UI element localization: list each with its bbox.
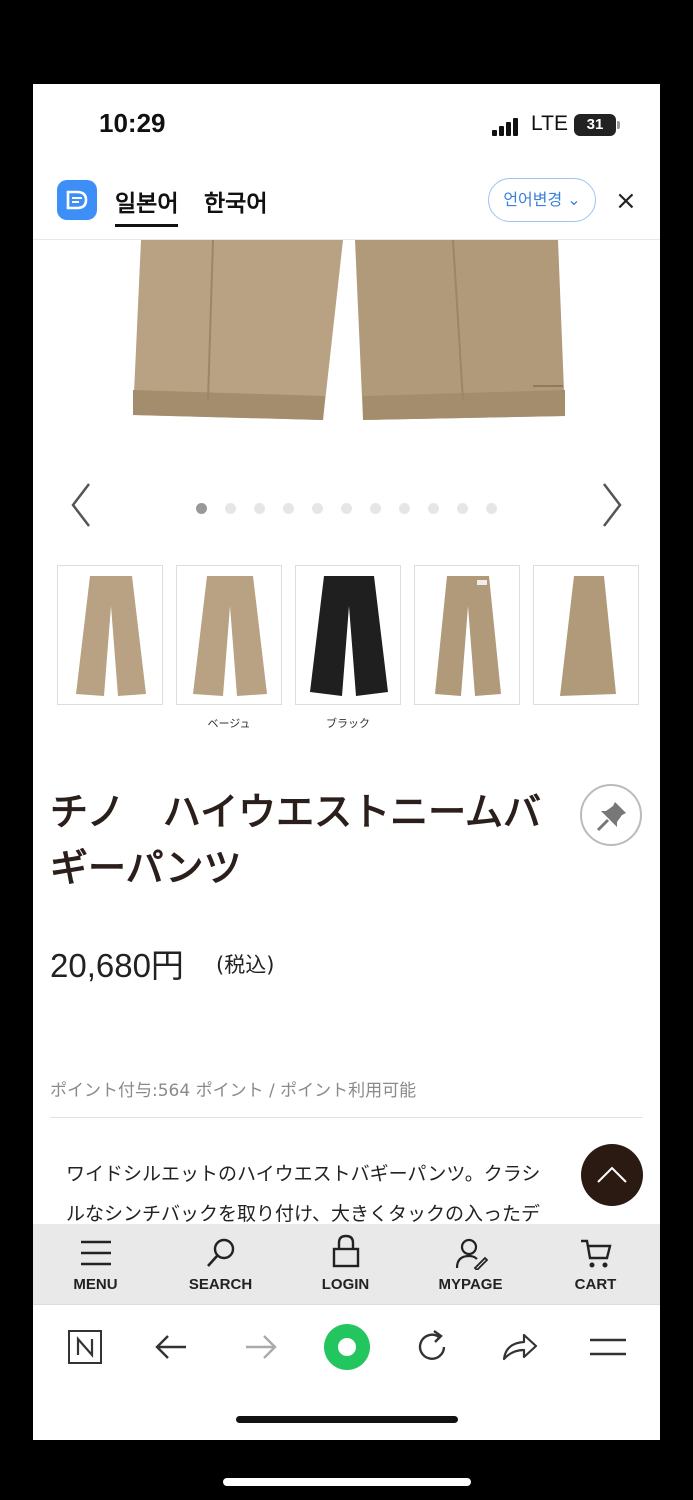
status-time: 10:29	[99, 108, 166, 138]
menu-icon	[81, 1240, 111, 1266]
user-icon	[455, 1238, 488, 1270]
product-title: チノ ハイウエストニームバ ギーパンツ	[50, 784, 570, 896]
product-title-line1: チノ ハイウエストニームバ	[50, 790, 541, 834]
translate-bar: 일본어 한국어 언어변경 ⌄ ×	[33, 166, 660, 240]
outer-home-indicator	[223, 1478, 471, 1486]
gallery-dot[interactable]	[341, 503, 352, 514]
nav-search-label: SEARCH	[188, 1276, 253, 1293]
tab-korean[interactable]: 한국어	[204, 184, 267, 218]
battery-icon: 31	[574, 114, 616, 136]
nav-mypage[interactable]: MYPAGE	[408, 1224, 533, 1304]
description-line1: ワイドシルエットのハイウエストバギーパンツ。クラシ	[66, 1163, 541, 1185]
nav-search[interactable]: SEARCH	[158, 1224, 283, 1304]
cart-icon	[581, 1239, 612, 1268]
prev-arrow-icon[interactable]	[67, 480, 97, 530]
lock-icon	[332, 1234, 360, 1268]
scroll-to-top-button[interactable]	[581, 1144, 643, 1206]
nav-login-label: LOGIN	[321, 1276, 370, 1293]
nav-cart-label: CART	[574, 1276, 617, 1293]
tab-japanese[interactable]: 일본어	[115, 184, 179, 227]
thumbnail-caption-beige: ベージュ	[207, 717, 251, 730]
tax-label: (税込)	[216, 953, 275, 977]
thumbnail-3[interactable]	[295, 565, 401, 705]
forward-arrow-icon[interactable]	[238, 1325, 282, 1369]
product-description: ワイドシルエットのハイウエストバギーパンツ。クラシ ルなシンチバックを取り付け、…	[66, 1154, 626, 1234]
points-info: ポイント付与:564 ポイント / ポイント利用可能	[50, 1081, 417, 1101]
thumbnail-5[interactable]	[533, 565, 639, 705]
chevron-up-icon	[597, 1166, 627, 1183]
close-icon[interactable]: ×	[615, 186, 639, 216]
gallery-dot[interactable]	[283, 503, 294, 514]
favorite-button[interactable]	[580, 784, 642, 846]
home-indicator	[236, 1416, 458, 1423]
site-bottom-nav: MENU SEARCH LOGIN MYPAGE CART	[33, 1224, 660, 1304]
search-icon	[207, 1238, 235, 1267]
nav-menu-label: MENU	[73, 1276, 118, 1293]
battery-tip	[617, 121, 620, 129]
thumbnail-4[interactable]	[414, 565, 520, 705]
gallery-dot[interactable]	[399, 503, 410, 514]
thumbnail-caption-black: ブラック	[326, 717, 370, 730]
thumbnail-strip: ベージュ ブラック	[57, 565, 647, 730]
nav-cart[interactable]: CART	[533, 1224, 658, 1304]
pin-icon	[596, 802, 626, 832]
gallery-dot[interactable]	[457, 503, 468, 514]
translator-logo-icon	[57, 180, 97, 220]
nav-mypage-label: MYPAGE	[438, 1276, 503, 1293]
product-main-image[interactable]	[33, 239, 660, 550]
refresh-icon[interactable]	[410, 1325, 454, 1369]
phone-screen: 10:29 LTE 31 일본어 한국어 언어변경 ⌄ × ベージュ ブラック …	[33, 84, 660, 1440]
gallery-dot[interactable]	[254, 503, 265, 514]
back-arrow-icon[interactable]	[150, 1325, 194, 1369]
status-bar: 10:29 LTE 31	[33, 84, 660, 166]
network-label: LTE	[531, 112, 568, 135]
product-title-line2: ギーパンツ	[50, 846, 242, 890]
divider	[50, 1117, 643, 1118]
naver-green-dot-icon[interactable]	[321, 1321, 373, 1373]
gallery-dot[interactable]	[370, 503, 381, 514]
next-arrow-icon[interactable]	[596, 480, 626, 530]
thumbnail-2[interactable]	[176, 565, 282, 705]
share-icon[interactable]	[498, 1325, 542, 1369]
pants-image	[133, 239, 565, 420]
gallery-dot[interactable]	[486, 503, 497, 514]
hamburger-menu-icon[interactable]	[586, 1325, 630, 1369]
product-price: 20,680円	[50, 947, 184, 984]
gallery-dot[interactable]	[312, 503, 323, 514]
change-language-button[interactable]: 언어변경 ⌄	[488, 178, 596, 222]
thumbnail-1[interactable]	[57, 565, 163, 705]
nav-login[interactable]: LOGIN	[283, 1224, 408, 1304]
signal-icon	[492, 116, 524, 136]
nav-menu[interactable]: MENU	[33, 1224, 158, 1304]
gallery-dot[interactable]	[225, 503, 236, 514]
browser-toolbar	[33, 1304, 660, 1389]
gallery-dot[interactable]	[196, 503, 207, 514]
gallery-dot[interactable]	[428, 503, 439, 514]
naver-home-icon[interactable]	[63, 1325, 107, 1369]
